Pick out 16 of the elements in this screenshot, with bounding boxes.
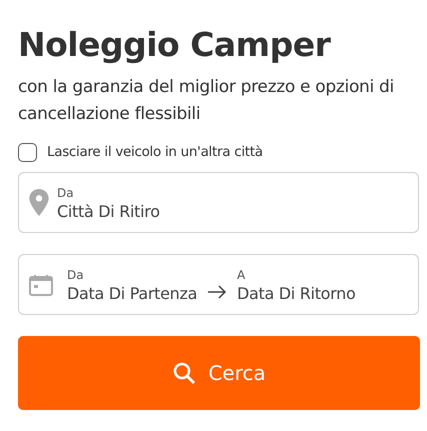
- field-label: Da: [67, 268, 84, 283]
- return-date-input[interactable]: Data Di Ritorno: [237, 283, 377, 305]
- departure-date-input[interactable]: Data Di Partenza: [67, 283, 207, 305]
- pickup-field[interactable]: Da Città Di Ritiro: [18, 172, 419, 233]
- search-icon: [172, 361, 196, 385]
- dates-field[interactable]: Da Data Di Partenza A Data Di Ritorno: [18, 254, 419, 315]
- checkbox-label[interactable]: Lasciare il veicolo in un'altra città: [47, 144, 263, 160]
- field-label: A: [237, 268, 246, 283]
- arrow-icon: [207, 284, 227, 298]
- page-title: Noleggio Camper: [18, 24, 332, 66]
- checkbox[interactable]: [18, 142, 37, 162]
- calendar-icon: [29, 274, 53, 296]
- field-label: Da: [57, 186, 74, 201]
- location-pin-icon: [29, 189, 49, 216]
- subtitle: con la garanzia del miglior prezzo e opzioni di cancellazione flessibili: [18, 76, 395, 126]
- pickup-input[interactable]: Città Di Ritiro: [57, 201, 357, 223]
